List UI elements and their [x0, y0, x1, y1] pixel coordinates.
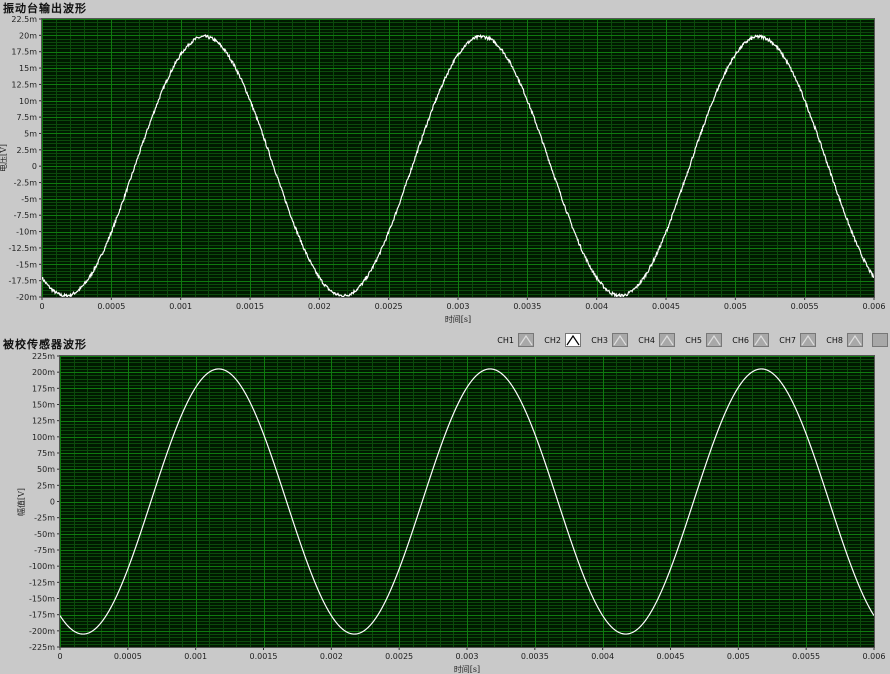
y-tick-label: -5m — [21, 195, 37, 204]
y-tick-label: -7.5m — [14, 211, 38, 220]
y-tick-label: -25m — [34, 514, 55, 523]
y-tick-label: 175m — [32, 384, 55, 393]
y-tick-label: -100m — [29, 562, 55, 571]
y-tick-label: 7.5m — [16, 113, 37, 122]
x-tick-label: 0.004 — [585, 302, 608, 311]
y-axis-label: 幅值[V] — [16, 488, 26, 516]
x-tick-label: 0.003 — [456, 652, 479, 661]
x-tick-label: 0.0015 — [236, 302, 264, 311]
y-tick-label: -125m — [29, 578, 55, 587]
y-axis-label: 电压[V] — [0, 144, 8, 172]
y-tick-label: 75m — [37, 449, 55, 458]
x-tick-label: 0.005 — [727, 652, 750, 661]
x-tick-label: 0.004 — [591, 652, 614, 661]
bottom-chart-plot[interactable]: 225m 200m 175m 150m 125m 100m 75m 50m 25m 0 -25m -5… — [0, 334, 890, 674]
y-tick-label: -10m — [16, 228, 37, 237]
y-tick-label: 25m — [37, 481, 55, 490]
x-tick-label: 0.006 — [863, 302, 886, 311]
y-tick-label: 0 — [32, 162, 37, 171]
x-tick-label: 0.0035 — [521, 652, 549, 661]
y-tick-label: 2.5m — [16, 146, 37, 155]
y-tick-label: 17.5m — [11, 48, 37, 57]
y-tick-label: -50m — [34, 530, 55, 539]
y-tick-label: 22.5m — [11, 15, 37, 24]
x-tick-label: 0.0025 — [385, 652, 413, 661]
y-tick-label: -75m — [34, 546, 55, 555]
y-tick-label: 50m — [37, 465, 55, 474]
x-tick-label: 0.0015 — [250, 652, 278, 661]
y-tick-label: -225m — [29, 643, 55, 652]
y-tick-label: -2.5m — [14, 179, 38, 188]
x-tick-label: 0.006 — [863, 652, 886, 661]
y-tick-label: 200m — [32, 368, 55, 377]
y-tick-label: 225m — [32, 352, 55, 361]
y-tick-label: 125m — [32, 417, 55, 426]
y-tick-label: -200m — [29, 627, 55, 636]
y-tick-label: 5m — [24, 129, 37, 138]
x-tick-label: 0.0035 — [513, 302, 541, 311]
x-tick-label: 0.0005 — [114, 652, 142, 661]
y-tick-label: 20m — [19, 31, 37, 40]
y-tick-label: 100m — [32, 433, 55, 442]
x-tick-label: 0.0005 — [97, 302, 125, 311]
y-tick-label: -15m — [16, 260, 37, 269]
y-tick-label: 12.5m — [11, 80, 37, 89]
y-tick-label: -17.5m — [9, 277, 38, 286]
x-axis-label: 时间[s] — [454, 664, 480, 674]
x-tick-label: 0.001 — [169, 302, 192, 311]
x-tick-label: 0.005 — [724, 302, 747, 311]
y-tick-label: -12.5m — [9, 244, 38, 253]
y-tick-label: 15m — [19, 64, 37, 73]
y-tick-label: -20m — [16, 293, 37, 302]
x-tick-label: 0.001 — [184, 652, 207, 661]
y-tick-label: -175m — [29, 611, 55, 620]
y-tick-label: 10m — [19, 97, 37, 106]
x-tick-label: 0.002 — [320, 652, 343, 661]
x-axis-label: 时间[s] — [445, 314, 471, 324]
y-tick-label: 0 — [50, 498, 55, 507]
top-chart-plot[interactable]: 22.5m 20m 17.5m 15m 12.5m 10m 7.5m 5m 2.5m 0 -2.5m… — [0, 0, 890, 334]
y-tick-label: -150m — [29, 595, 55, 604]
x-tick-label: 0 — [39, 302, 44, 311]
x-tick-label: 0.0055 — [792, 652, 820, 661]
x-tick-label: 0.003 — [447, 302, 470, 311]
y-tick-label: 150m — [32, 401, 55, 410]
x-tick-label: 0.002 — [308, 302, 331, 311]
x-tick-label: 0.0055 — [791, 302, 819, 311]
x-tick-label: 0 — [57, 652, 62, 661]
x-tick-label: 0.0045 — [657, 652, 685, 661]
x-tick-label: 0.0045 — [652, 302, 680, 311]
x-tick-label: 0.0025 — [375, 302, 403, 311]
